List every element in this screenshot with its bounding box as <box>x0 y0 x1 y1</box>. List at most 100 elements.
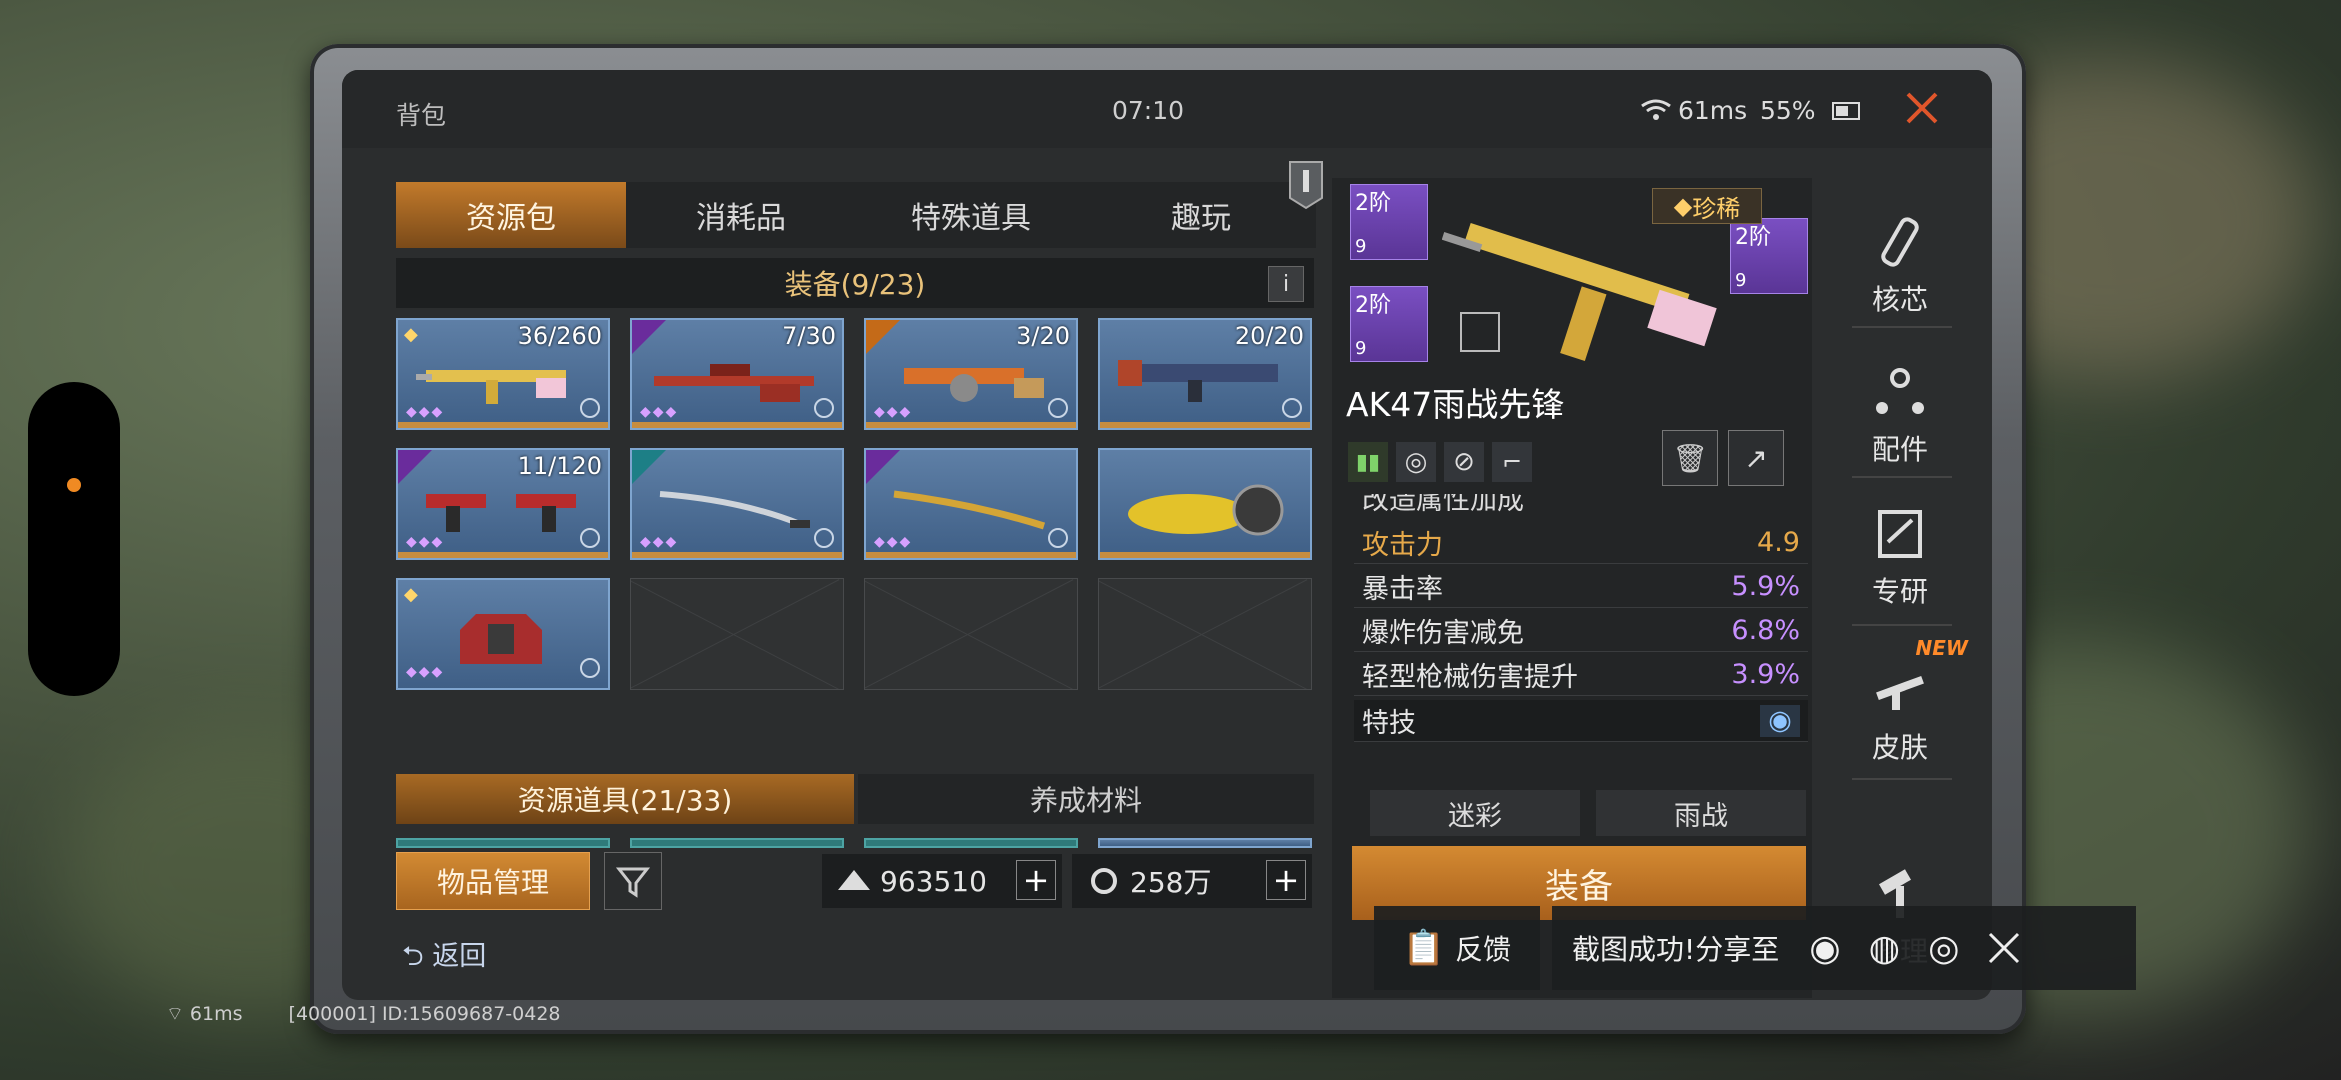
item-count: 36/260 <box>517 322 602 350</box>
battery-icon <box>1832 102 1860 120</box>
progress-bar <box>866 552 1076 558</box>
menu-research[interactable]: 专研 <box>1840 480 1960 610</box>
subtab-cultivation-materials[interactable]: 养成材料 <box>858 774 1314 824</box>
filter-button[interactable] <box>604 852 662 910</box>
clock: 07:10 <box>1112 96 1185 125</box>
resource-slot[interactable] <box>396 838 610 848</box>
trash-icon: 🗑 <box>1672 441 1708 475</box>
share-icon: ↗ <box>1744 441 1768 475</box>
star-rating: ◆◆◆ <box>406 534 445 550</box>
back-label: 返回 <box>432 941 487 972</box>
rarity-badge <box>632 320 666 354</box>
sniper-red-icon <box>654 364 814 402</box>
rarity-badge <box>866 320 900 354</box>
subtab-resource-items[interactable]: 资源道具(21/33) <box>396 774 854 824</box>
rarity-gem-icon: ◆ <box>404 324 418 345</box>
progress-bar <box>632 552 842 558</box>
currency-coin: 258万 + <box>1072 854 1312 908</box>
add-gold-button[interactable]: + <box>1016 860 1056 900</box>
resource-slot[interactable] <box>1098 838 1312 848</box>
bind-icon <box>1048 528 1068 548</box>
item-count: 7/30 <box>782 322 836 350</box>
wechat-icon[interactable]: ◍ <box>1869 928 1900 969</box>
resource-slot[interactable] <box>630 838 844 848</box>
bind-icon <box>580 398 600 418</box>
feedback-button[interactable]: 📋 反馈 <box>1374 906 1540 990</box>
gold-icon <box>838 870 870 890</box>
eye-icon[interactable]: ◉ <box>1760 704 1800 737</box>
tier-slot[interactable]: 2阶 9 <box>1730 218 1808 294</box>
equipment-section-label: 装备(9/23) <box>784 268 926 301</box>
progress-bar <box>398 422 608 428</box>
back-button[interactable]: ⮌ 返回 <box>402 934 486 983</box>
menu-parts[interactable]: 配件 <box>1840 338 1960 468</box>
tab-special-items[interactable]: 特殊道具 <box>856 182 1086 248</box>
item-slot[interactable]: ◆ 36/260 ◆◆◆ <box>396 318 610 430</box>
tier-count: 9 <box>1355 338 1367 359</box>
menu-skin[interactable]: NEW 皮肤 <box>1840 636 1968 766</box>
bind-icon <box>814 398 834 418</box>
tier-slot[interactable]: 2阶 9 <box>1350 184 1428 260</box>
side-pill-dot <box>67 478 81 492</box>
skill-row: 特技 ◉ <box>1354 700 1808 742</box>
backpack-screen: 背包 07:10 61ms 55% 资源包 消耗品 特殊道具 趣玩 装备(9/2… <box>342 70 1992 1000</box>
smg-icon: ⌐ <box>1492 442 1532 482</box>
tab-resource-pack[interactable]: 资源包 <box>396 182 626 248</box>
item-count: 20/20 <box>1234 322 1304 350</box>
rarity-badge <box>398 450 432 484</box>
bind-icon <box>814 528 834 548</box>
stat-value: 4.9 <box>1757 527 1800 558</box>
tab-consumables[interactable]: 消耗品 <box>626 182 856 248</box>
footer-status: ⌔ 61ms [400001] ID:15609687-0428 <box>166 1002 561 1026</box>
info-button[interactable]: i <box>1268 266 1304 302</box>
camera-shutter-icon[interactable]: ◎ <box>1928 928 1959 969</box>
clipboard-icon: 📋 <box>1402 928 1446 968</box>
item-slot[interactable] <box>1098 448 1312 560</box>
cut-row-label: 改造属性加成 <box>1362 494 1524 516</box>
menu-divider <box>1852 476 1952 478</box>
weibo-icon[interactable]: ◉ <box>1809 928 1840 969</box>
footer-ping: 61ms <box>189 1003 243 1025</box>
battery-text: 55% <box>1760 96 1816 125</box>
tab-fun[interactable]: 趣玩 <box>1086 182 1316 248</box>
chip-camo[interactable]: 迷彩 <box>1370 790 1580 836</box>
item-slot[interactable]: 3/20 ◆◆◆ <box>864 318 1078 430</box>
stat-label: 爆炸伤害减免 <box>1362 618 1524 649</box>
item-count: 3/20 <box>1016 322 1070 350</box>
resource-slot[interactable] <box>864 838 1078 848</box>
toast-close-icon[interactable] <box>1986 930 2022 966</box>
stat-row: 暴击率 5.9% <box>1354 566 1808 608</box>
chip-rain[interactable]: 雨战 <box>1596 790 1806 836</box>
item-management-button[interactable]: 物品管理 <box>396 852 590 910</box>
item-slot[interactable]: 7/30 ◆◆◆ <box>630 318 844 430</box>
stat-label: 攻击力 <box>1362 530 1443 561</box>
preview-toggle-button[interactable] <box>1460 312 1500 352</box>
progress-bar <box>398 552 608 558</box>
close-icon[interactable] <box>1902 88 1942 128</box>
add-coin-button[interactable]: + <box>1266 860 1306 900</box>
ping-text: 61ms <box>1678 96 1748 125</box>
star-rating: ◆◆◆ <box>640 404 679 420</box>
item-slot[interactable]: ◆◆◆ <box>864 448 1078 560</box>
stat-row: 爆炸伤害减免 6.8% <box>1354 610 1808 652</box>
item-slot[interactable]: ◆◆◆ <box>630 448 844 560</box>
menu-skin-label: 皮肤 <box>1871 731 1928 764</box>
delete-button[interactable]: 🗑 <box>1662 430 1718 486</box>
attribute-icons: ▮▮ ◎ ⊘ ⌐ <box>1348 442 1532 482</box>
footer-id: [400001] ID:15609687-0428 <box>288 1003 561 1025</box>
item-slot[interactable]: 11/120 ◆◆◆ <box>396 448 610 560</box>
side-pill-handle[interactable] <box>28 382 120 696</box>
item-slot[interactable]: ◆ ◆◆◆ <box>396 578 610 690</box>
menu-core[interactable]: 核芯 <box>1840 188 1960 318</box>
menu-research-label: 专研 <box>1871 575 1928 608</box>
share-button[interactable]: ↗ <box>1728 430 1784 486</box>
tier-count: 9 <box>1355 236 1367 257</box>
stat-value: 3.9% <box>1731 659 1800 690</box>
item-slot[interactable]: 20/20 <box>1098 318 1312 430</box>
menu-divider <box>1852 624 1952 626</box>
rifle-gold-icon <box>416 370 566 404</box>
new-badge: NEW <box>1915 636 1968 660</box>
tier-slot[interactable]: 2阶 9 <box>1350 286 1428 362</box>
rarity-badge <box>866 450 900 484</box>
progress-bar <box>1100 552 1310 558</box>
